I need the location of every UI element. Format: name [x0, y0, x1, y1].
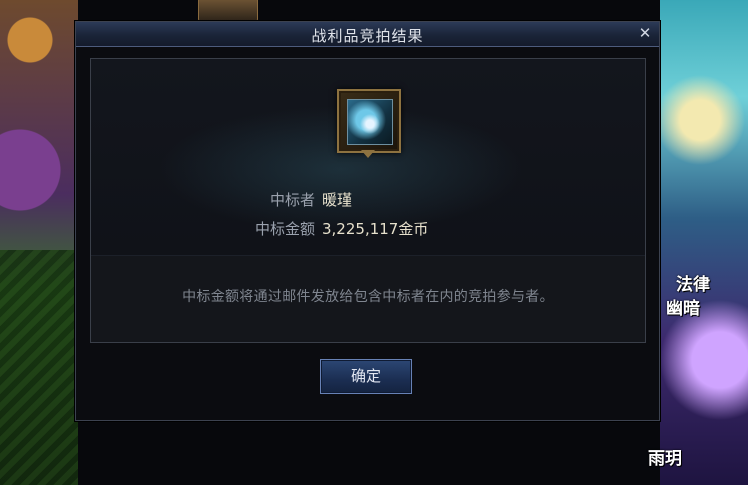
winner-label: 中标者 [269, 191, 315, 209]
close-icon: ✕ [638, 24, 652, 42]
notice-text: 中标金额将通过邮件发放给包含中标者在内的竞拍参与者。 [182, 289, 554, 305]
item-slot-notch [361, 150, 375, 158]
winner-value: 暖瑾 [322, 191, 353, 209]
item-slot[interactable] [337, 89, 401, 158]
dialog-title: 战利品竞拍结果 [311, 27, 424, 45]
scene-player-name: 雨玥 [648, 449, 682, 469]
winner-row: 中标者 暖瑾 [91, 189, 645, 211]
auction-result-dialog: 战利品竞拍结果 ✕ 中标者 暖瑾 中标金额 3,225,117金币 中标金额将通… [75, 21, 660, 421]
game-scene-right: 法律 幽暗 雨玥 [648, 0, 748, 485]
scene-text: 法律 [676, 275, 710, 295]
amount-row: 中标金额 3,225,117金币 [91, 218, 645, 240]
background-ui-tab [198, 0, 258, 23]
close-button[interactable]: ✕ [637, 25, 653, 41]
dialog-titlebar[interactable]: 战利品竞拍结果 ✕ [76, 22, 659, 47]
result-panel: 中标者 暖瑾 中标金额 3,225,117金币 中标金额将通过邮件发放给包含中标… [90, 58, 646, 343]
amount-value: 3,225,117金币 [322, 220, 429, 238]
confirm-button[interactable]: 确定 [320, 359, 412, 394]
equipment-item-icon [347, 99, 393, 145]
scene-grass [0, 250, 78, 485]
game-scene-left [0, 0, 78, 485]
result-panel-top: 中标者 暖瑾 中标金额 3,225,117金币 [91, 59, 645, 256]
result-panel-bottom: 中标金额将通过邮件发放给包含中标者在内的竞拍参与者。 [91, 256, 645, 342]
amount-label: 中标金额 [254, 220, 315, 238]
scene-text: 幽暗 [666, 299, 700, 319]
